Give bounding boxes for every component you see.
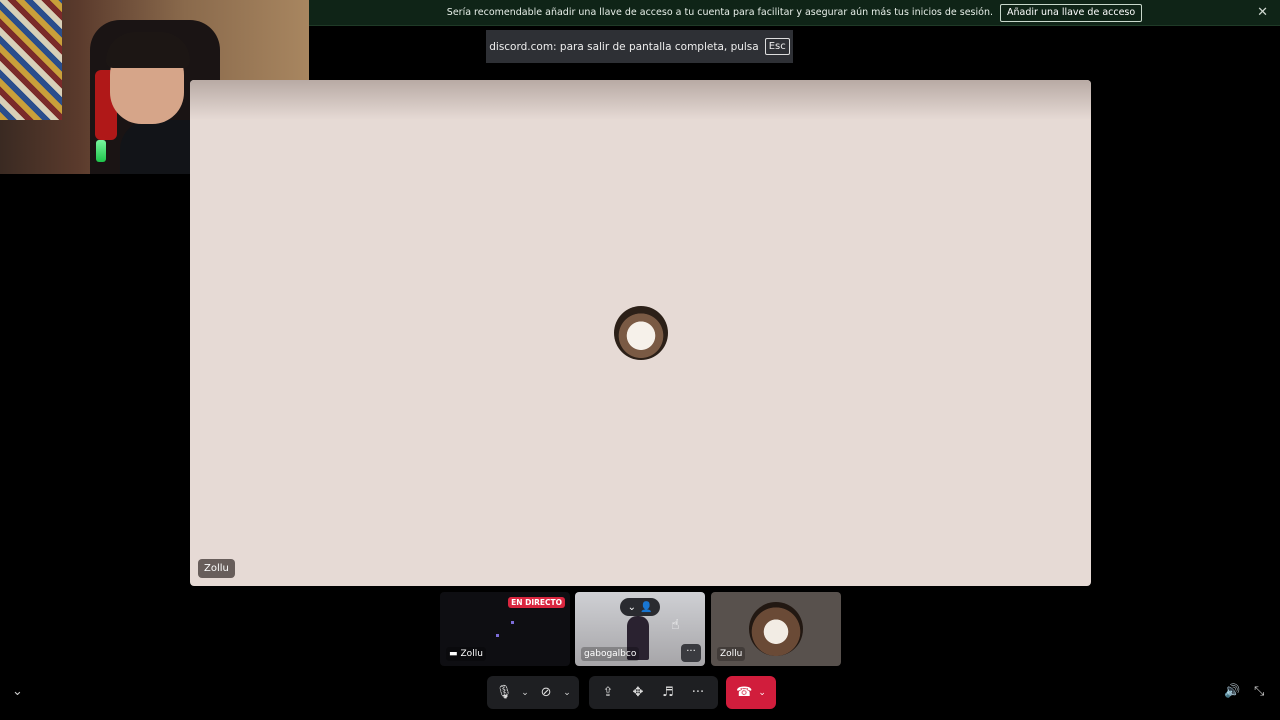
esc-key-hint: Esc [764, 38, 790, 55]
close-icon[interactable]: ✕ [1257, 5, 1268, 20]
live-badge: EN DIRECTO [508, 597, 565, 608]
add-passkey-button[interactable]: Añadir una llave de acceso [1000, 3, 1143, 22]
disconnect-button[interactable]: ☎ ⌄ [726, 676, 776, 709]
stage-gradient [190, 80, 1091, 120]
tile-label: ▬ Zollu [446, 647, 486, 661]
collapse-icon[interactable]: ⌄ [12, 684, 23, 699]
participant-tile-gabogalbco[interactable]: ⌄ 👤 gabogalbco ··· [575, 592, 705, 666]
activity-controls: ⇪ ✥ ♬ ··· [589, 676, 718, 709]
tile-name: Zollu [720, 649, 743, 659]
chevron-down-icon[interactable]: ⌄ [561, 680, 573, 706]
tile-label: gabogalbco [581, 647, 640, 661]
tile-name: Zollu [460, 649, 483, 659]
add-friend-icon[interactable]: 👤 [640, 602, 652, 613]
poster-image [0, 0, 62, 120]
tile-actions-pill[interactable]: ⌄ 👤 [620, 598, 660, 616]
microphone-icon[interactable]: 🎙 [493, 680, 515, 706]
audio-video-controls: 🎙 ⌄ ⊘ ⌄ [487, 676, 579, 709]
banner-message: Sería recomendable añadir una llave de a… [446, 7, 994, 18]
volume-icon[interactable]: 🔊 [1224, 684, 1240, 699]
phone-hangup-icon: ☎ [736, 685, 753, 700]
participant-tile-stream[interactable]: EN DIRECTO ▬ Zollu [440, 592, 570, 666]
person-hair [106, 32, 190, 68]
participant-tile-zollu[interactable]: Zollu [711, 592, 841, 666]
stream-dot [511, 621, 514, 624]
chevron-down-icon[interactable]: ⌄ [628, 602, 636, 613]
more-icon[interactable]: ··· [685, 680, 711, 706]
mouse-cursor-icon: ☝ [671, 617, 680, 633]
chevron-down-icon[interactable]: ⌄ [758, 688, 766, 698]
participant-avatar [614, 306, 668, 360]
more-options-button[interactable]: ··· [681, 644, 701, 662]
stream-dot [496, 634, 499, 637]
main-video-stage[interactable]: Zollu [190, 80, 1091, 586]
soundboard-icon[interactable]: ♬ [655, 680, 681, 706]
tile-name: gabogalbco [584, 649, 637, 659]
fullscreen-toast: discord.com: para salir de pantalla comp… [486, 30, 793, 63]
tile-label: Zollu [717, 647, 746, 661]
screen-share-icon: ▬ [449, 649, 458, 659]
exit-fullscreen-icon[interactable]: ⤡ [1254, 684, 1264, 699]
chevron-down-icon[interactable]: ⌄ [519, 680, 531, 706]
participant-name-tag: Zollu [198, 559, 235, 578]
toast-message: discord.com: para salir de pantalla comp… [489, 40, 759, 53]
microphone-light [96, 140, 106, 162]
participant-avatar [749, 602, 803, 656]
camera-off-icon[interactable]: ⊘ [535, 680, 557, 706]
passkey-notice-banner: Sería recomendable añadir una llave de a… [309, 0, 1280, 26]
screen-share-icon[interactable]: ⇪ [595, 680, 621, 706]
activities-icon[interactable]: ✥ [625, 680, 651, 706]
